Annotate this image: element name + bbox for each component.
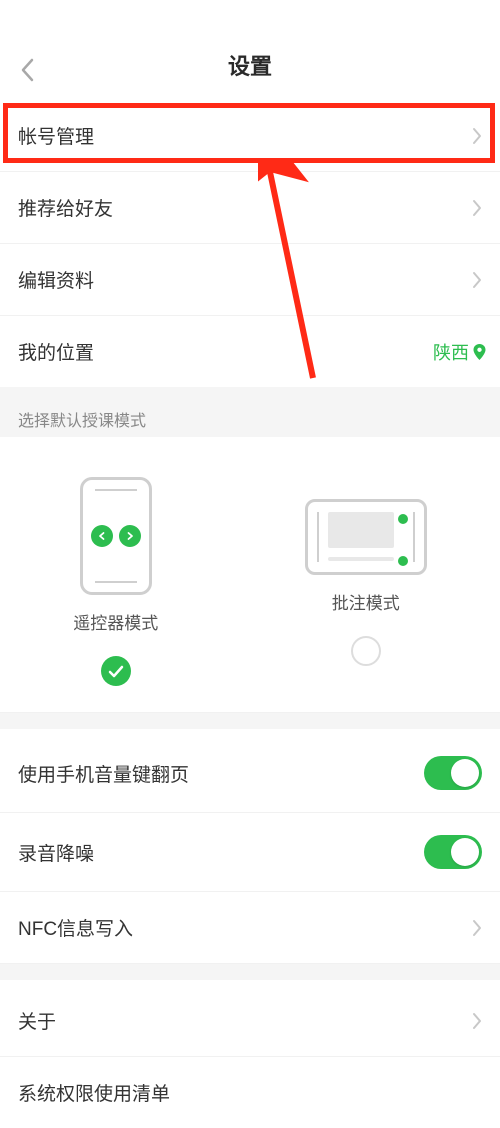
section-gap: [0, 713, 500, 729]
my-location-item[interactable]: 我的位置 陕西: [0, 316, 500, 387]
location-pin-icon: [473, 344, 486, 360]
system-permissions-label: 系统权限使用清单: [18, 1079, 482, 1106]
location-text: 陕西: [433, 339, 469, 365]
nfc-write-label: NFC信息写入: [18, 914, 472, 941]
about-item[interactable]: 关于: [0, 985, 500, 1057]
annotate-mode-icon: [305, 499, 427, 575]
settings-list-2: 使用手机音量键翻页 录音降噪 NFC信息写入: [0, 734, 500, 964]
noise-reduction-toggle[interactable]: [424, 835, 482, 869]
settings-list-3: 关于 系统权限使用清单: [0, 985, 500, 1128]
radio-unselected-icon: [351, 636, 381, 666]
recommend-label: 推荐给好友: [18, 194, 472, 221]
nfc-write-item[interactable]: NFC信息写入: [0, 892, 500, 964]
account-management-item[interactable]: 帐号管理: [0, 100, 500, 172]
noise-reduction-item: 录音降噪: [0, 813, 500, 892]
recommend-to-friends-item[interactable]: 推荐给好友: [0, 172, 500, 244]
chevron-right-icon: [472, 127, 482, 145]
section-gap: [0, 964, 500, 980]
volume-keys-page-item: 使用手机音量键翻页: [0, 734, 500, 813]
chevron-right-icon: [472, 1012, 482, 1030]
remote-mode-option[interactable]: 遥控器模式: [73, 477, 158, 686]
remote-mode-label: 遥控器模式: [73, 609, 158, 634]
remote-mode-icon: [80, 477, 152, 595]
my-location-label: 我的位置: [18, 338, 433, 365]
volume-keys-label: 使用手机音量键翻页: [18, 760, 424, 787]
circle-left-icon: [91, 525, 113, 547]
back-button[interactable]: [12, 55, 42, 85]
chevron-left-icon: [19, 57, 35, 83]
system-permissions-item[interactable]: 系统权限使用清单: [0, 1057, 500, 1128]
settings-list-1: 帐号管理 推荐给好友 编辑资料 我的位置 陕西: [0, 100, 500, 387]
header: 设置: [0, 0, 500, 95]
chevron-right-icon: [472, 919, 482, 937]
chevron-right-icon: [472, 271, 482, 289]
mode-section-label: 选择默认授课模式: [0, 387, 500, 437]
annotate-mode-option[interactable]: 批注模式: [305, 477, 427, 686]
mode-section: 遥控器模式 批注模式: [0, 437, 500, 713]
noise-reduction-label: 录音降噪: [18, 839, 424, 866]
chevron-right-icon: [472, 199, 482, 217]
page-title: 设置: [228, 49, 272, 81]
about-label: 关于: [18, 1007, 472, 1034]
volume-keys-toggle[interactable]: [424, 756, 482, 790]
circle-right-icon: [119, 525, 141, 547]
account-management-label: 帐号管理: [18, 122, 472, 149]
annotate-mode-label: 批注模式: [332, 589, 400, 614]
edit-profile-label: 编辑资料: [18, 266, 472, 293]
location-value: 陕西: [433, 339, 486, 365]
radio-selected-icon: [101, 656, 131, 686]
edit-profile-item[interactable]: 编辑资料: [0, 244, 500, 316]
